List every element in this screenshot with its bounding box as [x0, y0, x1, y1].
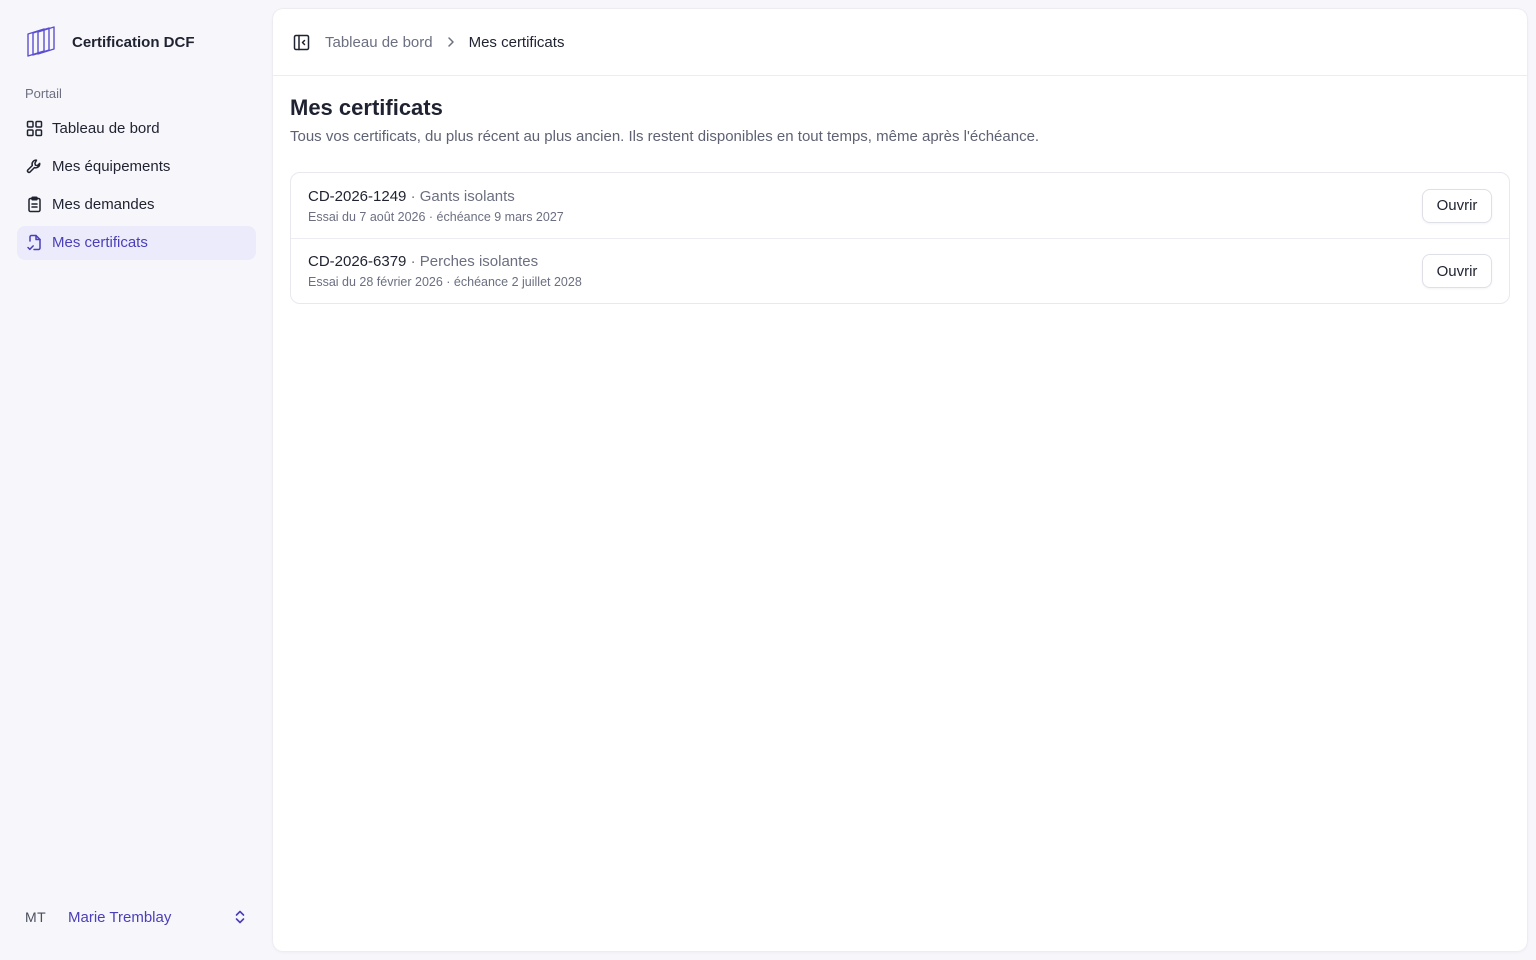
sidebar: Certification DCF Portail Tableau de bor… [0, 0, 272, 960]
certificate-list: CD-2026-1249 · Gants isolants Essai du 7… [290, 172, 1510, 305]
brand-logo-icon [24, 25, 58, 59]
file-certificate-icon [25, 234, 43, 252]
certificate-dates: Essai du 7 août 2026 · échéance 9 mars 2… [308, 209, 564, 224]
sidebar-item-label: Tableau de bord [52, 119, 160, 137]
main-panel: Tableau de bord Mes certificats Mes cert… [273, 9, 1527, 951]
certificate-separator: · [406, 253, 420, 271]
page-title: Mes certificats [290, 95, 443, 120]
breadcrumb-current: Mes certificats [468, 33, 565, 51]
certificate-type: Perches isolantes [419, 253, 539, 271]
brand-name: Certification DCF [72, 33, 195, 51]
nav-section-label: Portail [25, 86, 62, 101]
sidebar-item-certificates[interactable]: Mes certificats [17, 225, 256, 260]
certificate-separator: · [406, 187, 420, 205]
sidebar-item-label: Mes certificats [52, 234, 148, 252]
page-content: Mes certificats Tous vos certificats, du… [273, 76, 1527, 305]
chevron-up-down-icon [230, 907, 250, 927]
certificate-heading: CD-2026-1249 · Gants isolants [308, 188, 564, 205]
user-name: Marie Tremblay [68, 908, 172, 926]
sidebar-item-equipment[interactable]: Mes équipements [17, 149, 256, 183]
sidebar-item-label: Mes équipements [52, 157, 171, 175]
wrench-icon [25, 157, 43, 175]
certificate-code: CD-2026-1249 [308, 187, 407, 205]
sidebar-item-label: Mes demandes [52, 196, 155, 214]
sidebar-toggle-icon[interactable] [291, 32, 311, 52]
grid-icon [25, 119, 43, 137]
page-subtitle: Tous vos certificats, du plus récent au … [290, 128, 1040, 146]
sidebar-nav: Tableau de bord Mes équipements Mes dema… [17, 111, 256, 264]
certificate-heading: CD-2026-6379 · Perches isolantes [308, 253, 582, 270]
certificate-info: CD-2026-6379 · Perches isolantes Essai d… [308, 253, 582, 289]
list-item: CD-2026-6379 · Perches isolantes Essai d… [291, 238, 1509, 303]
certificate-info: CD-2026-1249 · Gants isolants Essai du 7… [308, 188, 564, 224]
sidebar-item-dashboard[interactable]: Tableau de bord [17, 111, 256, 145]
open-certificate-button[interactable]: Ouvrir [1422, 188, 1492, 223]
breadcrumb-link-dashboard[interactable]: Tableau de bord [325, 34, 433, 51]
clipboard-icon [25, 196, 43, 214]
sidebar-item-requests[interactable]: Mes demandes [17, 188, 256, 222]
list-item: CD-2026-1249 · Gants isolants Essai du 7… [291, 173, 1509, 238]
avatar: MT [25, 909, 47, 925]
open-certificate-button[interactable]: Ouvrir [1422, 254, 1492, 289]
brand[interactable]: Certification DCF [24, 24, 195, 60]
certificate-code: CD-2026-6379 [308, 253, 407, 271]
breadcrumb: Tableau de bord Mes certificats [325, 34, 564, 51]
chevron-right-icon [433, 36, 469, 48]
user-menu[interactable]: MT Marie Tremblay [17, 897, 256, 937]
certificate-dates: Essai du 28 février 2026 · échéance 2 ju… [308, 275, 582, 290]
certificate-type: Gants isolants [419, 187, 515, 205]
topbar: Tableau de bord Mes certificats [273, 9, 1527, 76]
